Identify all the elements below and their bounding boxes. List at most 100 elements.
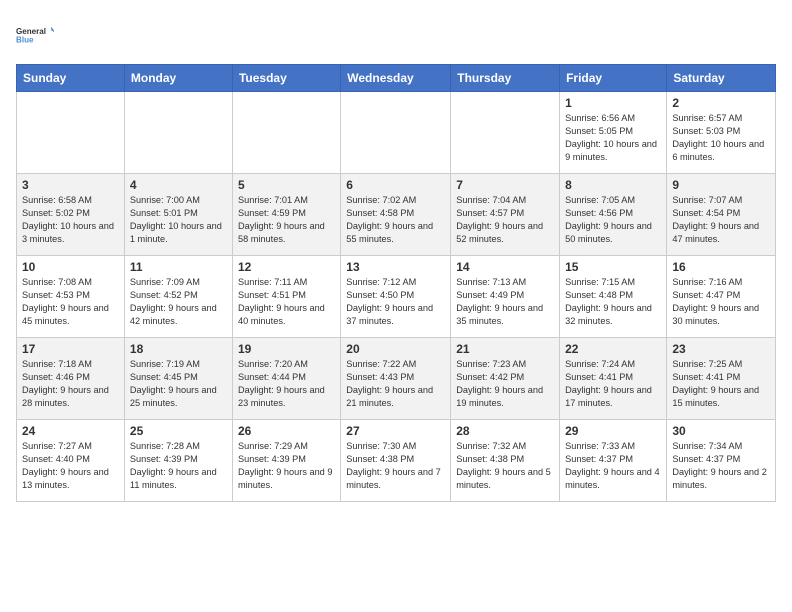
day-number: 2: [672, 96, 770, 110]
day-info: Sunrise: 7:27 AM Sunset: 4:40 PM Dayligh…: [22, 440, 119, 492]
day-number: 14: [456, 260, 554, 274]
day-number: 10: [22, 260, 119, 274]
calendar-cell: 20Sunrise: 7:22 AM Sunset: 4:43 PM Dayli…: [341, 338, 451, 420]
day-number: 13: [346, 260, 445, 274]
day-info: Sunrise: 7:04 AM Sunset: 4:57 PM Dayligh…: [456, 194, 554, 246]
col-header-saturday: Saturday: [667, 65, 776, 92]
day-info: Sunrise: 6:57 AM Sunset: 5:03 PM Dayligh…: [672, 112, 770, 164]
col-header-wednesday: Wednesday: [341, 65, 451, 92]
calendar-cell: 7 Sunrise: 7:04 AM Sunset: 4:57 PM Daylig…: [451, 174, 560, 256]
day-number: 11: [130, 260, 227, 274]
calendar-cell: 2 Sunrise: 6:57 AM Sunset: 5:03 PM Daylig…: [667, 92, 776, 174]
calendar-cell: [124, 92, 232, 174]
calendar-cell: 5 Sunrise: 7:01 AM Sunset: 4:59 PM Daylig…: [232, 174, 340, 256]
calendar-cell: 30 Sunrise: 7:34 AM Sunset: 4:37 PM Dayli…: [667, 420, 776, 502]
day-number: 4: [130, 178, 227, 192]
col-header-friday: Friday: [560, 65, 667, 92]
day-info: Sunrise: 7:32 AM Sunset: 4:38 PM Dayligh…: [456, 440, 554, 492]
calendar-cell: 23 Sunrise: 7:25 AM Sunset: 4:41 PM Dayli…: [667, 338, 776, 420]
day-info: Sunrise: 7:30 AM Sunset: 4:38 PM Dayligh…: [346, 440, 445, 492]
day-number: 5: [238, 178, 335, 192]
calendar-cell: 17Sunrise: 7:18 AM Sunset: 4:46 PM Dayli…: [17, 338, 125, 420]
col-header-tuesday: Tuesday: [232, 65, 340, 92]
calendar-cell: 29 Sunrise: 7:33 AM Sunset: 4:37 PM Dayli…: [560, 420, 667, 502]
week-row-3: 10 Sunrise: 7:08 AM Sunset: 4:53 PM Dayli…: [17, 256, 776, 338]
day-number: 19: [238, 342, 335, 356]
calendar-cell: 15 Sunrise: 7:15 AM Sunset: 4:48 PM Dayli…: [560, 256, 667, 338]
day-number: 23: [672, 342, 770, 356]
day-info: Sunrise: 7:02 AM Sunset: 4:58 PM Dayligh…: [346, 194, 445, 246]
day-info: Sunrise: 7:19 AM Sunset: 4:45 PM Dayligh…: [130, 358, 227, 410]
calendar-cell: 12 Sunrise: 7:11 AM Sunset: 4:51 PM Dayli…: [232, 256, 340, 338]
day-info: Sunrise: 7:34 AM Sunset: 4:37 PM Dayligh…: [672, 440, 770, 492]
day-info: Sunrise: 7:33 AM Sunset: 4:37 PM Dayligh…: [565, 440, 661, 492]
day-info: Sunrise: 7:07 AM Sunset: 4:54 PM Dayligh…: [672, 194, 770, 246]
day-info: Sunrise: 7:24 AM Sunset: 4:41 PM Dayligh…: [565, 358, 661, 410]
header-row: SundayMondayTuesdayWednesdayThursdayFrid…: [17, 65, 776, 92]
col-header-sunday: Sunday: [17, 65, 125, 92]
day-number: 8: [565, 178, 661, 192]
day-number: 29: [565, 424, 661, 438]
calendar-cell: 4 Sunrise: 7:00 AM Sunset: 5:01 PM Daylig…: [124, 174, 232, 256]
day-number: 12: [238, 260, 335, 274]
day-info: Sunrise: 7:20 AM Sunset: 4:44 PM Dayligh…: [238, 358, 335, 410]
col-header-monday: Monday: [124, 65, 232, 92]
day-info: Sunrise: 7:01 AM Sunset: 4:59 PM Dayligh…: [238, 194, 335, 246]
week-row-5: 24 Sunrise: 7:27 AM Sunset: 4:40 PM Dayli…: [17, 420, 776, 502]
calendar-cell: 21Sunrise: 7:23 AM Sunset: 4:42 PM Dayli…: [451, 338, 560, 420]
calendar-cell: 13 Sunrise: 7:12 AM Sunset: 4:50 PM Dayli…: [341, 256, 451, 338]
day-number: 15: [565, 260, 661, 274]
day-number: 16: [672, 260, 770, 274]
calendar-cell: [451, 92, 560, 174]
calendar-cell: 10 Sunrise: 7:08 AM Sunset: 4:53 PM Dayli…: [17, 256, 125, 338]
page: General Blue SundayMondayTuesdayWednesda…: [0, 0, 792, 512]
day-info: Sunrise: 7:08 AM Sunset: 4:53 PM Dayligh…: [22, 276, 119, 328]
day-info: Sunrise: 7:23 AM Sunset: 4:42 PM Dayligh…: [456, 358, 554, 410]
calendar-cell: 1Sunrise: 6:56 AM Sunset: 5:05 PM Daylig…: [560, 92, 667, 174]
calendar-table: SundayMondayTuesdayWednesdayThursdayFrid…: [16, 64, 776, 502]
calendar-cell: 8Sunrise: 7:05 AM Sunset: 4:56 PM Daylig…: [560, 174, 667, 256]
calendar-cell: [232, 92, 340, 174]
calendar-cell: 27Sunrise: 7:30 AM Sunset: 4:38 PM Dayli…: [341, 420, 451, 502]
day-number: 28: [456, 424, 554, 438]
logo-svg: General Blue: [16, 16, 54, 54]
day-number: 26: [238, 424, 335, 438]
day-info: Sunrise: 6:58 AM Sunset: 5:02 PM Dayligh…: [22, 194, 119, 246]
day-info: Sunrise: 7:29 AM Sunset: 4:39 PM Dayligh…: [238, 440, 335, 492]
svg-text:Blue: Blue: [16, 36, 34, 45]
day-number: 24: [22, 424, 119, 438]
day-info: Sunrise: 7:15 AM Sunset: 4:48 PM Dayligh…: [565, 276, 661, 328]
day-number: 7: [456, 178, 554, 192]
day-number: 22: [565, 342, 661, 356]
day-info: Sunrise: 7:22 AM Sunset: 4:43 PM Dayligh…: [346, 358, 445, 410]
day-number: 30: [672, 424, 770, 438]
calendar-cell: 16 Sunrise: 7:16 AM Sunset: 4:47 PM Dayli…: [667, 256, 776, 338]
svg-text:General: General: [16, 27, 46, 36]
day-number: 3: [22, 178, 119, 192]
day-number: 1: [565, 96, 661, 110]
day-number: 18: [130, 342, 227, 356]
col-header-thursday: Thursday: [451, 65, 560, 92]
day-info: Sunrise: 7:28 AM Sunset: 4:39 PM Dayligh…: [130, 440, 227, 492]
calendar-cell: 24 Sunrise: 7:27 AM Sunset: 4:40 PM Dayli…: [17, 420, 125, 502]
day-number: 25: [130, 424, 227, 438]
day-info: Sunrise: 7:11 AM Sunset: 4:51 PM Dayligh…: [238, 276, 335, 328]
day-number: 17: [22, 342, 119, 356]
calendar-cell: 26 Sunrise: 7:29 AM Sunset: 4:39 PM Dayli…: [232, 420, 340, 502]
calendar-cell: 9 Sunrise: 7:07 AM Sunset: 4:54 PM Daylig…: [667, 174, 776, 256]
day-info: Sunrise: 7:16 AM Sunset: 4:47 PM Dayligh…: [672, 276, 770, 328]
logo: General Blue: [16, 16, 54, 54]
calendar-cell: [341, 92, 451, 174]
day-info: Sunrise: 7:12 AM Sunset: 4:50 PM Dayligh…: [346, 276, 445, 328]
day-info: Sunrise: 7:25 AM Sunset: 4:41 PM Dayligh…: [672, 358, 770, 410]
calendar-cell: 22 Sunrise: 7:24 AM Sunset: 4:41 PM Dayli…: [560, 338, 667, 420]
calendar-cell: 11Sunrise: 7:09 AM Sunset: 4:52 PM Dayli…: [124, 256, 232, 338]
calendar-cell: 19 Sunrise: 7:20 AM Sunset: 4:44 PM Dayli…: [232, 338, 340, 420]
day-number: 6: [346, 178, 445, 192]
calendar-cell: 28 Sunrise: 7:32 AM Sunset: 4:38 PM Dayli…: [451, 420, 560, 502]
calendar-cell: 6 Sunrise: 7:02 AM Sunset: 4:58 PM Daylig…: [341, 174, 451, 256]
calendar-cell: 18 Sunrise: 7:19 AM Sunset: 4:45 PM Dayli…: [124, 338, 232, 420]
calendar-cell: 14Sunrise: 7:13 AM Sunset: 4:49 PM Dayli…: [451, 256, 560, 338]
day-info: Sunrise: 7:00 AM Sunset: 5:01 PM Dayligh…: [130, 194, 227, 246]
day-number: 9: [672, 178, 770, 192]
